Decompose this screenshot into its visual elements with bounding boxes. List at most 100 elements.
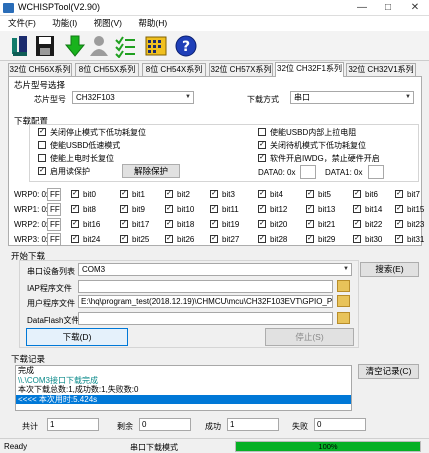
tab-ch55x[interactable]: 8位 CH55X系列 bbox=[75, 63, 139, 76]
user-file-input[interactable]: E:\hq\program_test(2018.12.19)\CHMCU\mcu… bbox=[78, 295, 333, 308]
wrp-bit-label: bit22 bbox=[365, 220, 383, 229]
help-icon[interactable]: ? bbox=[175, 34, 197, 58]
wrp-bit-checkbox[interactable]: ✓ bbox=[395, 220, 403, 228]
wrp-value-input[interactable]: FF bbox=[47, 188, 61, 201]
unprotect-button[interactable]: 解除保护 bbox=[122, 164, 180, 178]
iap-file-input[interactable] bbox=[78, 280, 333, 293]
tab-ch54x[interactable]: 8位 CH54X系列 bbox=[142, 63, 206, 76]
checkbox[interactable]: ✓ bbox=[258, 141, 266, 149]
wrp-bit-label: bit0 bbox=[83, 190, 96, 199]
wrp-bit-checkbox[interactable]: ✓ bbox=[71, 220, 79, 228]
clear-log-button[interactable]: 清空记录(C) bbox=[358, 364, 419, 379]
wrp-bit-checkbox[interactable]: ✓ bbox=[120, 205, 128, 213]
checkbox[interactable]: ✓ bbox=[258, 154, 266, 162]
chip-model-select[interactable]: CH32F103 ▼ bbox=[72, 91, 194, 104]
wrp-bit-checkbox[interactable]: ✓ bbox=[210, 190, 218, 198]
wrp-bit-checkbox[interactable]: ✓ bbox=[306, 220, 314, 228]
wrp-bit-checkbox[interactable]: ✓ bbox=[165, 205, 173, 213]
menu-file[interactable]: 文件(F) bbox=[8, 18, 36, 28]
maximize-button[interactable]: □ bbox=[375, 0, 401, 16]
wrp-bit-checkbox[interactable]: ✓ bbox=[210, 235, 218, 243]
wrp-bit-checkbox[interactable]: ✓ bbox=[258, 190, 266, 198]
tab-ch57x[interactable]: 32位 CH57X系列 bbox=[209, 63, 273, 76]
wrp-bit-label: bit2 bbox=[177, 190, 190, 199]
wrp-bit-checkbox[interactable]: ✓ bbox=[210, 205, 218, 213]
app-icon bbox=[3, 3, 14, 13]
wrp-value-input[interactable]: FF bbox=[47, 233, 61, 246]
menu-view[interactable]: 视图(V) bbox=[94, 18, 122, 28]
download-mode-select[interactable]: 串口 ▼ bbox=[290, 91, 414, 104]
menu-help[interactable]: 帮助(H) bbox=[138, 18, 167, 28]
wrp-bit-label: bit31 bbox=[407, 235, 425, 244]
chevron-down-icon: ▼ bbox=[185, 94, 191, 100]
minimize-button[interactable]: — bbox=[349, 0, 375, 16]
calendar-icon[interactable] bbox=[145, 34, 167, 58]
wrp-bit-checkbox[interactable]: ✓ bbox=[120, 190, 128, 198]
user-icon[interactable] bbox=[88, 34, 110, 58]
wrp-bit-checkbox[interactable]: ✓ bbox=[120, 220, 128, 228]
tab-ch56x[interactable]: 32位 CH56X系列 bbox=[8, 63, 72, 76]
tab-ch32v1[interactable]: 32位 CH32V1系列 bbox=[346, 63, 416, 76]
wrp-bit-checkbox[interactable]: ✓ bbox=[306, 190, 314, 198]
data1-input[interactable] bbox=[368, 165, 384, 179]
wrp-bit-label: bit14 bbox=[365, 205, 383, 214]
wrp-bit-checkbox[interactable]: ✓ bbox=[258, 235, 266, 243]
success-count: 1 bbox=[227, 418, 279, 431]
checkbox[interactable]: ✓ bbox=[38, 167, 46, 175]
wrp-bit-checkbox[interactable]: ✓ bbox=[165, 220, 173, 228]
wrp-bit-checkbox[interactable]: ✓ bbox=[120, 235, 128, 243]
dataflash-file-input[interactable] bbox=[78, 312, 333, 325]
check-list-icon[interactable] bbox=[114, 34, 136, 59]
wrp-bit-checkbox[interactable]: ✓ bbox=[353, 235, 361, 243]
wrp-bit-checkbox[interactable]: ✓ bbox=[165, 235, 173, 243]
checkbox[interactable]: ✓ bbox=[38, 128, 46, 136]
option-label: 使能USBD低速模式 bbox=[50, 141, 121, 150]
wrp-label: WRP2: 0x bbox=[14, 220, 51, 229]
wrp-bit-checkbox[interactable]: ✓ bbox=[395, 205, 403, 213]
wrp-bit-label: bit18 bbox=[177, 220, 195, 229]
wrp-bit-checkbox[interactable]: ✓ bbox=[165, 190, 173, 198]
wrp-bit-checkbox[interactable]: ✓ bbox=[71, 235, 79, 243]
iap-file-label: IAP程序文件 bbox=[27, 284, 72, 293]
download-log[interactable]: 完成 \\.\COM3接口下载完成 本次下载总数:1,成功数:1,失败数:0 <… bbox=[15, 365, 352, 411]
status-bar: Ready 串口下载模式 100% bbox=[0, 438, 429, 453]
close-button[interactable]: ✕ bbox=[402, 0, 428, 16]
checkbox[interactable] bbox=[38, 141, 46, 149]
menu-bar: 文件(F) 功能(I) 视图(V) 帮助(H) bbox=[0, 16, 429, 31]
wrp-bit-label: bit27 bbox=[222, 235, 240, 244]
wrp-bit-checkbox[interactable]: ✓ bbox=[306, 235, 314, 243]
log-line: 完成 bbox=[18, 366, 34, 375]
wrp-bit-checkbox[interactable]: ✓ bbox=[395, 190, 403, 198]
wrp-value-input[interactable]: FF bbox=[47, 203, 61, 216]
folder-open-icon[interactable] bbox=[337, 295, 350, 307]
wrp-bit-checkbox[interactable]: ✓ bbox=[306, 205, 314, 213]
wrp-bit-checkbox[interactable]: ✓ bbox=[353, 205, 361, 213]
folder-open-icon[interactable] bbox=[337, 312, 350, 324]
folder-open-icon[interactable] bbox=[337, 280, 350, 292]
download-button[interactable]: 下载(D) bbox=[26, 328, 128, 346]
tab-ch32f1[interactable]: 32位 CH32F1系列 bbox=[275, 62, 344, 77]
wrp-bit-checkbox[interactable]: ✓ bbox=[71, 190, 79, 198]
search-button[interactable]: 搜索(E) bbox=[360, 262, 419, 277]
connect-icon[interactable] bbox=[9, 34, 31, 58]
wrp-bit-checkbox[interactable]: ✓ bbox=[353, 220, 361, 228]
checkbox[interactable] bbox=[38, 154, 46, 162]
wrp-bit-checkbox[interactable]: ✓ bbox=[353, 190, 361, 198]
wrp-bit-checkbox[interactable]: ✓ bbox=[210, 220, 218, 228]
menu-function[interactable]: 功能(I) bbox=[52, 18, 77, 28]
checkbox[interactable] bbox=[258, 128, 266, 136]
data0-input[interactable] bbox=[300, 165, 316, 179]
wrp-bit-checkbox[interactable]: ✓ bbox=[395, 235, 403, 243]
stop-button[interactable]: 停止(S) bbox=[265, 328, 354, 346]
download-arrow-icon[interactable] bbox=[64, 34, 86, 58]
wrp-bit-checkbox[interactable]: ✓ bbox=[71, 205, 79, 213]
serial-port-select[interactable]: COM3 ▼ bbox=[78, 263, 352, 276]
wrp-value-input[interactable]: FF bbox=[47, 218, 61, 231]
wrp-bit-label: bit25 bbox=[132, 235, 150, 244]
save-icon[interactable] bbox=[34, 34, 56, 58]
wrp-bit-checkbox[interactable]: ✓ bbox=[258, 220, 266, 228]
wrp-bit-checkbox[interactable]: ✓ bbox=[258, 205, 266, 213]
wrp-bit-label: bit13 bbox=[318, 205, 336, 214]
wrp-bit-label: bit3 bbox=[222, 190, 235, 199]
chip-model-label: 芯片型号 bbox=[34, 95, 66, 104]
